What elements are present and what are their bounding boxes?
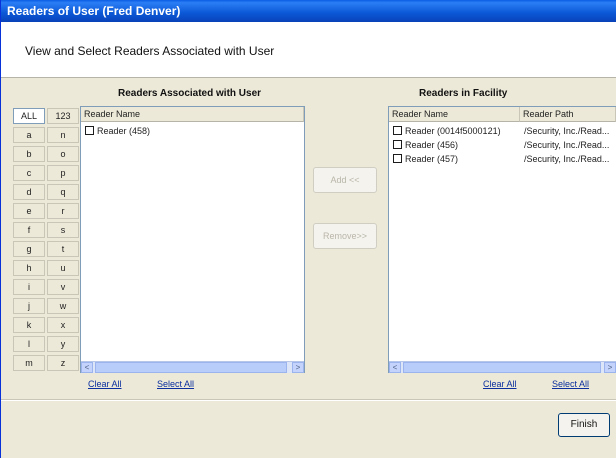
filter-o[interactable]: o <box>47 146 79 162</box>
filter-c[interactable]: c <box>13 165 45 181</box>
remove-button[interactable]: Remove>> <box>313 223 377 249</box>
filter-t[interactable]: t <box>47 241 79 257</box>
filter-k[interactable]: k <box>13 317 45 333</box>
filter-123[interactable]: 123 <box>47 108 79 124</box>
associated-readers-list[interactable]: Reader Name Reader (458) < > <box>80 106 305 373</box>
filter-q[interactable]: q <box>47 184 79 200</box>
filter-y[interactable]: y <box>47 336 79 352</box>
filter-n[interactable]: n <box>47 127 79 143</box>
checkbox[interactable] <box>393 154 402 163</box>
header-pane: View and Select Readers Associated with … <box>1 22 616 78</box>
dialog-window: Readers of User (Fred Denver) View and S… <box>0 0 616 458</box>
list-item[interactable]: Reader (458) <box>85 125 150 138</box>
column-reader-name[interactable]: Reader Name <box>81 107 304 122</box>
header-text: View and Select Readers Associated with … <box>25 44 275 58</box>
scroll-thumb[interactable] <box>95 362 287 373</box>
filter-p[interactable]: p <box>47 165 79 181</box>
filter-e[interactable]: e <box>13 203 45 219</box>
filter-d[interactable]: d <box>13 184 45 200</box>
right-clear-all-link[interactable]: Clear All <box>483 379 517 389</box>
filter-j[interactable]: j <box>13 298 45 314</box>
add-button[interactable]: Add << <box>313 167 377 193</box>
checkbox[interactable] <box>85 126 94 135</box>
filter-a[interactable]: a <box>13 127 45 143</box>
reader-name: Reader (457) <box>405 154 459 164</box>
horizontal-scrollbar[interactable]: < > <box>389 361 616 373</box>
filter-l[interactable]: l <box>13 336 45 352</box>
reader-path: /Security, Inc./Read... <box>524 154 610 164</box>
footer-divider-highlight <box>1 400 616 401</box>
scroll-left-button[interactable]: < <box>389 362 401 373</box>
scroll-thumb[interactable] <box>403 362 601 373</box>
scroll-right-button[interactable]: > <box>292 362 304 373</box>
reader-name: Reader (0014f5000121) <box>405 126 501 136</box>
right-panel-title: Readers in Facility <box>419 88 508 99</box>
list-item[interactable]: Reader (456) <box>393 139 458 152</box>
left-select-all-link[interactable]: Select All <box>157 379 194 389</box>
left-panel-title: Readers Associated with User <box>118 88 262 99</box>
list-item[interactable]: Reader (457) <box>393 153 458 166</box>
checkbox[interactable] <box>393 140 402 149</box>
column-reader-name[interactable]: Reader Name <box>389 107 520 122</box>
horizontal-scrollbar[interactable]: < > <box>81 361 304 373</box>
filter-all[interactable]: ALL <box>13 108 45 124</box>
finish-button[interactable]: Finish <box>558 413 610 437</box>
alphabet-filter: ALL 123 a n b o c p d q e r f s g t h u … <box>13 108 79 380</box>
filter-h[interactable]: h <box>13 260 45 276</box>
filter-i[interactable]: i <box>13 279 45 295</box>
filter-u[interactable]: u <box>47 260 79 276</box>
filter-b[interactable]: b <box>13 146 45 162</box>
column-reader-path[interactable]: Reader Path <box>520 107 616 122</box>
scroll-right-button[interactable]: > <box>604 362 616 373</box>
facility-readers-list[interactable]: Reader Name Reader Path Reader (0014f500… <box>388 106 616 373</box>
filter-z[interactable]: z <box>47 355 79 371</box>
reader-path: /Security, Inc./Read... <box>524 140 610 150</box>
checkbox[interactable] <box>393 126 402 135</box>
scroll-left-button[interactable]: < <box>81 362 93 373</box>
right-select-all-link[interactable]: Select All <box>552 379 589 389</box>
list-item[interactable]: Reader (0014f5000121) <box>393 125 501 138</box>
filter-s[interactable]: s <box>47 222 79 238</box>
reader-name: Reader (458) <box>97 126 151 136</box>
filter-f[interactable]: f <box>13 222 45 238</box>
filter-g[interactable]: g <box>13 241 45 257</box>
window-title: Readers of User (Fred Denver) <box>7 4 181 18</box>
reader-path: /Security, Inc./Read... <box>524 126 610 136</box>
filter-m[interactable]: m <box>13 355 45 371</box>
filter-x[interactable]: x <box>47 317 79 333</box>
filter-w[interactable]: w <box>47 298 79 314</box>
reader-name: Reader (456) <box>405 140 459 150</box>
filter-v[interactable]: v <box>47 279 79 295</box>
title-bar[interactable]: Readers of User (Fred Denver) <box>1 0 616 22</box>
left-clear-all-link[interactable]: Clear All <box>88 379 122 389</box>
filter-r[interactable]: r <box>47 203 79 219</box>
